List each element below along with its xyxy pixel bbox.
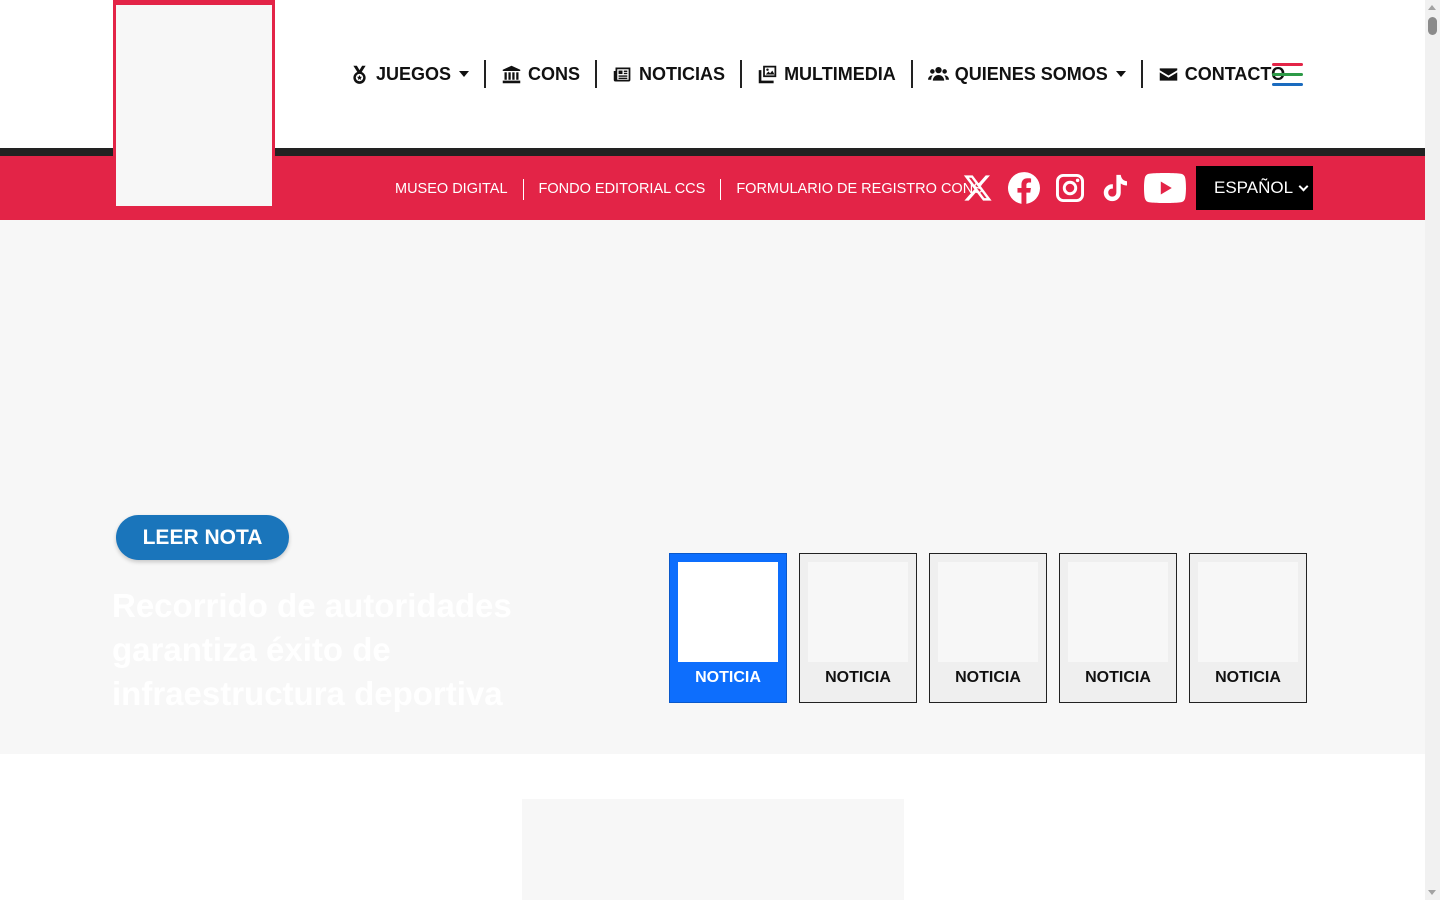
thumb-label: NOTICIA [825,669,891,686]
thumb-image [938,562,1038,662]
x-icon[interactable] [962,172,994,204]
caret-down-icon [1115,71,1126,77]
thumb-image [808,562,908,662]
hamburger-menu-button[interactable] [1272,63,1304,87]
nav-item-label: MULTIMEDIA [784,63,896,84]
thumb-label: NOTICIA [955,669,1021,686]
site-logo[interactable] [113,0,275,209]
slider-thumb-3[interactable]: NOTICIA [929,553,1047,703]
caret-down-icon [459,71,470,77]
thumb-image [678,562,778,662]
medal-icon [353,65,366,84]
social-links [962,170,1186,206]
envelope-icon [1159,67,1177,81]
scrollbar-thumb[interactable] [1428,17,1437,35]
thumb-image [1198,562,1298,662]
youtube-icon[interactable] [1144,172,1186,204]
scrollbar[interactable] [1425,0,1440,900]
photos-icon [758,65,777,83]
nav-item-juegos[interactable]: JUEGOS [349,60,484,88]
nav-item-noticias[interactable]: NOTICIAS [597,60,740,88]
main-nav: JUEGOS CONS NOTICIAS MULTIMEDIA QUIENES [349,58,1300,90]
slider-thumb-5[interactable]: NOTICIA [1189,553,1307,703]
sublink-fondo-editorial[interactable]: FONDO EDITORIAL CCS [524,181,721,197]
hero-slider: LEER NOTA Recorrido de autoridades garan… [0,220,1425,754]
language-selected-value: ESPAÑOL [1214,178,1294,197]
slider-thumbnails: NOTICIA NOTICIA NOTICIA NOTICIA NOTICIA [669,553,1307,703]
slider-thumb-2[interactable]: NOTICIA [799,553,917,703]
sublink-formulario-registro[interactable]: FORMULARIO DE REGISTRO CONS [721,181,998,197]
facebook-icon[interactable] [1008,172,1040,204]
instagram-icon[interactable] [1054,172,1086,204]
nav-item-label: NOTICIAS [639,63,726,84]
content-placeholder [522,799,904,900]
slider-thumb-4[interactable]: NOTICIA [1059,553,1177,703]
chevron-down-icon [1298,181,1309,192]
nav-item-label: JUEGOS [376,63,452,84]
thumb-label: NOTICIA [1085,669,1151,686]
nav-item-cons[interactable]: CONS [486,60,595,88]
hero-title: Recorrido de autoridades garantiza éxito… [112,587,512,712]
thumb-label: NOTICIA [1215,669,1281,686]
hamburger-line [1272,63,1303,66]
nav-item-label: QUIENES SOMOS [954,63,1108,84]
secondary-nav: MUSEO DIGITAL FONDO EDITORIAL CCS FORMUL… [395,178,998,200]
language-select[interactable]: ESPAÑOL [1196,166,1313,210]
nav-item-label: CONTACTO [1184,63,1286,84]
tiktok-icon[interactable] [1100,172,1130,204]
newspaper-icon [613,67,631,81]
users-icon [927,66,949,81]
institution-icon [502,65,521,83]
slider-thumb-1[interactable]: NOTICIA [669,553,787,703]
hamburger-line [1272,83,1303,86]
sublink-museo-digital[interactable]: MUSEO DIGITAL [395,181,523,197]
thumb-image [1068,562,1168,662]
scroll-up-icon[interactable] [1428,5,1436,10]
thumb-label: NOTICIA [695,669,761,686]
nav-item-multimedia[interactable]: MULTIMEDIA [742,60,911,88]
nav-item-quienes-somos[interactable]: QUIENES SOMOS [913,60,1141,88]
scroll-down-icon[interactable] [1428,890,1436,895]
read-note-button[interactable]: LEER NOTA [116,515,289,560]
page: JUEGOS CONS NOTICIAS MULTIMEDIA QUIENES [0,0,1425,900]
nav-item-label: CONS [528,63,581,84]
hamburger-line [1272,73,1303,76]
